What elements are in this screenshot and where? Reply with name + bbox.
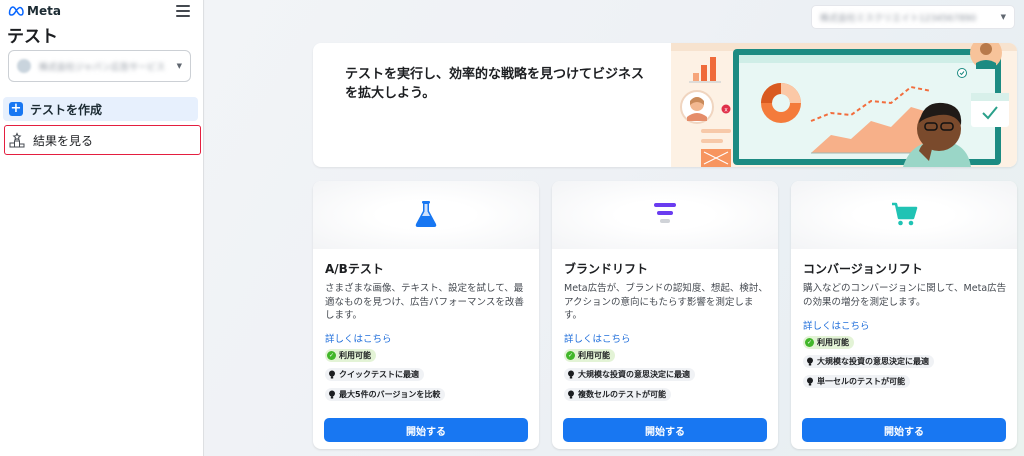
lightbulb-icon bbox=[807, 377, 813, 386]
shopping-cart-icon bbox=[892, 202, 918, 226]
hamburger-menu-icon[interactable] bbox=[176, 5, 190, 17]
tip-badge: クイックテストに最適 bbox=[325, 368, 424, 381]
tip-badge: 単一セルのテストが可能 bbox=[803, 375, 910, 388]
card-title: A/Bテスト bbox=[325, 262, 384, 276]
check-circle-icon: ✓ bbox=[327, 351, 336, 360]
card-title: コンバージョンリフト bbox=[803, 262, 923, 276]
card-hero bbox=[313, 181, 539, 249]
status-badge: ✓ 利用可能 bbox=[803, 336, 854, 349]
check-circle-icon: ✓ bbox=[805, 338, 814, 347]
brand-name: Meta bbox=[27, 4, 61, 18]
learn-more-link[interactable]: 詳しくはこちら bbox=[564, 331, 631, 345]
tip-label: 単一セルのテストが可能 bbox=[817, 377, 905, 386]
card-brand-lift: ブランドリフト Meta広告が、ブランドの認知度、想起、検討、アクションの意向に… bbox=[552, 181, 778, 449]
tip-label: クイックテストに最適 bbox=[339, 370, 419, 379]
chevron-down-icon: ▼ bbox=[176, 62, 182, 70]
account-id: 株式会社ミスクリエイト1234567890 bbox=[820, 13, 977, 24]
banner-illustration: x bbox=[671, 43, 1017, 167]
learn-more-link[interactable]: 詳しくはこちら bbox=[325, 331, 392, 345]
page-title: テスト bbox=[7, 27, 58, 47]
plus-icon: + bbox=[9, 101, 23, 116]
account-avatar bbox=[17, 59, 31, 73]
tip-label: 大規模な投資の意思決定に最適 bbox=[817, 357, 929, 366]
card-title: ブランドリフト bbox=[564, 262, 649, 276]
status-badge-label: 利用可能 bbox=[578, 351, 610, 360]
tip-label: 最大5件のバージョンを比較 bbox=[339, 390, 441, 399]
lightbulb-icon bbox=[568, 370, 574, 379]
status-badge-label: 利用可能 bbox=[817, 338, 849, 347]
tip-label: 大規模な投資の意思決定に最適 bbox=[578, 370, 690, 379]
status-badge: ✓ 利用可能 bbox=[564, 349, 615, 362]
lightbulb-icon bbox=[329, 370, 335, 379]
tip-badge: 最大5件のバージョンを比較 bbox=[325, 388, 446, 401]
lightbulb-icon bbox=[329, 390, 335, 399]
intro-banner: テストを実行し、効率的な戦略を見つけてビジネスを拡大しよう。 x bbox=[313, 43, 1017, 167]
sidebar-item-label: 結果を見る bbox=[33, 133, 94, 148]
svg-text:x: x bbox=[724, 107, 728, 114]
card-conversion-lift: コンバージョンリフト 購入などのコンバージョンに関して、Meta広告の効果の増分… bbox=[791, 181, 1017, 449]
card-description: Meta広告が、ブランドの認知度、想起、検討、アクションの意向にもたらす影響を測… bbox=[564, 283, 768, 321]
account-id-selector[interactable]: 株式会社ミスクリエイト1234567890 ▼ bbox=[811, 5, 1015, 29]
results-podium-icon bbox=[9, 132, 25, 148]
chevron-down-icon: ▼ bbox=[1000, 13, 1006, 21]
meta-logo-icon bbox=[8, 6, 24, 16]
main-content: 株式会社ミスクリエイト1234567890 ▼ テストを実行し、効率的な戦略を見… bbox=[205, 0, 1024, 456]
card-description: 購入などのコンバージョンに関して、Meta広告の効果の増分を測定します。 bbox=[803, 283, 1007, 308]
lightbulb-icon bbox=[807, 357, 813, 366]
lightbulb-icon bbox=[568, 390, 574, 399]
tip-badge: 大規模な投資の意思決定に最適 bbox=[564, 368, 695, 381]
sidebar-item-view-results[interactable]: 結果を見る bbox=[4, 125, 201, 155]
learn-more-link[interactable]: 詳しくはこちら bbox=[803, 318, 870, 332]
status-badge-label: 利用可能 bbox=[339, 351, 371, 360]
card-description: さまざまな画像、テキスト、設定を試して、最適なものを見つけ、広告パフォーマンスを… bbox=[325, 283, 524, 321]
sidebar: Meta テスト 株式会社ジャパン広告サービス ▼ + テストを作成 結果を見る bbox=[0, 0, 204, 456]
account-name: 株式会社ジャパン広告サービス bbox=[39, 62, 166, 73]
start-conversion-lift-button[interactable]: 開始する bbox=[802, 418, 1006, 442]
sidebar-item-label: テストを作成 bbox=[30, 102, 103, 117]
start-brand-lift-button[interactable]: 開始する bbox=[563, 418, 767, 442]
card-ab-test: A/Bテスト さまざまな画像、テキスト、設定を試して、最適なものを見つけ、広告パ… bbox=[313, 181, 539, 449]
tip-badge: 複数セルのテストが可能 bbox=[564, 388, 671, 401]
meta-logo[interactable]: Meta bbox=[8, 3, 61, 19]
tip-label: 複数セルのテストが可能 bbox=[578, 390, 666, 399]
tip-badge: 大規模な投資の意思決定に最適 bbox=[803, 355, 934, 368]
account-selector[interactable]: 株式会社ジャパン広告サービス ▼ bbox=[8, 50, 191, 82]
check-circle-icon: ✓ bbox=[566, 351, 575, 360]
sidebar-item-create-test[interactable]: + テストを作成 bbox=[3, 97, 198, 121]
card-hero bbox=[791, 181, 1017, 249]
banner-text: テストを実行し、効率的な戦略を見つけてビジネスを拡大しよう。 bbox=[345, 67, 645, 101]
filter-lines-icon bbox=[654, 203, 676, 223]
status-badge: ✓ 利用可能 bbox=[325, 349, 376, 362]
start-ab-test-button[interactable]: 開始する bbox=[324, 418, 528, 442]
flask-icon bbox=[415, 201, 437, 227]
card-hero bbox=[552, 181, 778, 249]
